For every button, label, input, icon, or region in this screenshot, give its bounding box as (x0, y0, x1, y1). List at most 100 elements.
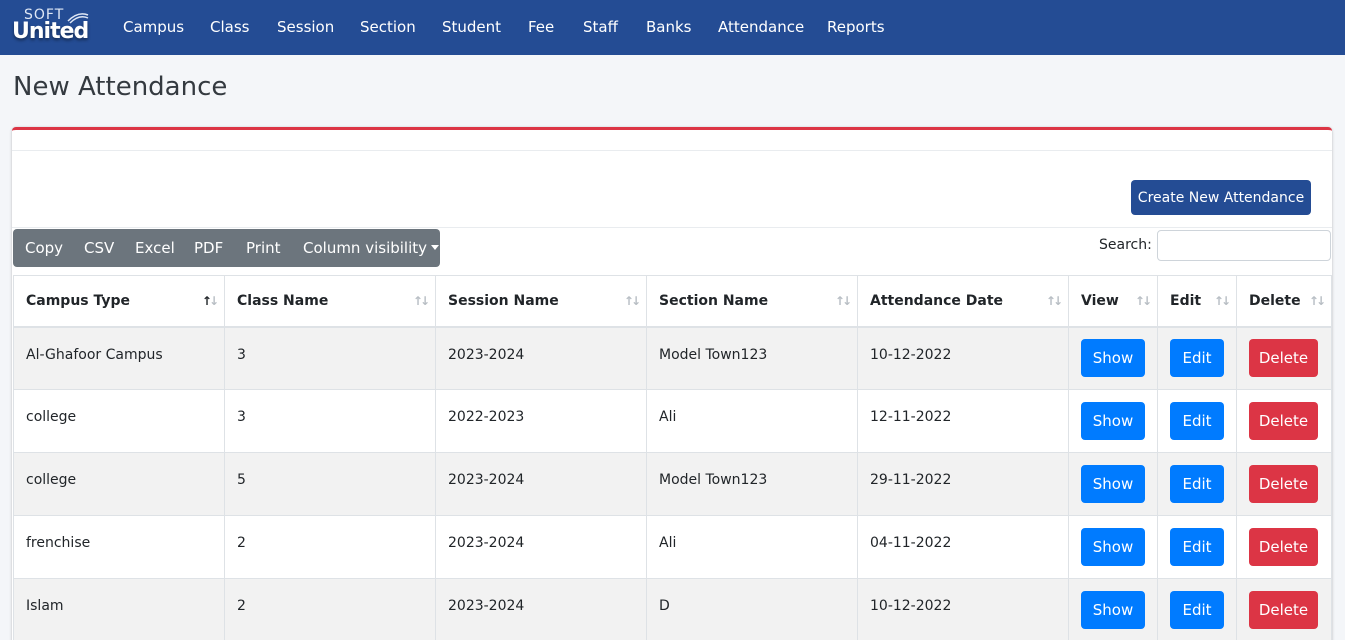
caret-down-icon (431, 244, 440, 250)
col-session-name[interactable]: Session Name ↑↓ (435, 275, 647, 328)
brand-united-text: United (12, 19, 89, 44)
table-row: frenchise 2 2023-2024 Ali 04-11-2022 Sho… (13, 515, 1332, 579)
cell-campus-type: Al-Ghafoor Campus (13, 326, 225, 390)
col-label: Section Name (659, 292, 769, 309)
attendance-card: Create New Attendance Copy CSV Excel PDF… (12, 127, 1332, 640)
cell-section-name: Ali (646, 515, 858, 579)
top-navbar: SOFT United Campus Class Session Section… (0, 0, 1345, 55)
cell-class-name: 2 (224, 515, 436, 579)
nav-campus[interactable]: Campus (123, 18, 184, 36)
delete-button[interactable]: Delete (1249, 402, 1318, 440)
cell-delete: Delete (1236, 515, 1332, 579)
nav-student[interactable]: Student (442, 18, 501, 36)
delete-button[interactable]: Delete (1249, 339, 1318, 378)
col-label: View (1081, 292, 1119, 309)
show-button[interactable]: Show (1081, 402, 1145, 440)
cell-session-name: 2023-2024 (435, 326, 647, 390)
cell-session-name: 2023-2024 (435, 578, 647, 640)
edit-button[interactable]: Edit (1170, 339, 1224, 378)
show-button[interactable]: Show (1081, 591, 1145, 629)
column-visibility-label: Column visibility (303, 239, 428, 257)
nav-banks[interactable]: Banks (646, 18, 692, 36)
col-view[interactable]: View ↑↓ (1068, 275, 1158, 328)
nav-section[interactable]: Section (360, 18, 416, 36)
sort-asc-icon: ↑↓ (201, 294, 219, 308)
cell-edit: Edit (1157, 515, 1237, 579)
cell-class-name: 3 (224, 389, 436, 453)
edit-button[interactable]: Edit (1170, 591, 1224, 629)
col-section-name[interactable]: Section Name ↑↓ (646, 275, 858, 328)
delete-button[interactable]: Delete (1249, 528, 1318, 566)
col-label: Attendance Date (870, 292, 1004, 309)
create-attendance-button[interactable]: Create New Attendance (1131, 180, 1311, 215)
cell-session-name: 2022-2023 (435, 389, 647, 453)
col-edit[interactable]: Edit ↑↓ (1157, 275, 1237, 328)
cell-attendance-date: 10-12-2022 (857, 578, 1069, 640)
table-row: college 5 2023-2024 Model Town123 29-11-… (13, 452, 1332, 516)
cell-campus-type: college (13, 389, 225, 453)
table-header-row: Campus Type ↑↓ Class Name ↑↓ Session Name ↑… (13, 275, 1332, 328)
cell-edit: Edit (1157, 452, 1237, 516)
cell-delete: Delete (1236, 578, 1332, 640)
table-row: Al-Ghafoor Campus 3 2023-2024 Model Town… (13, 326, 1332, 390)
nav-class[interactable]: Class (210, 18, 249, 36)
cell-campus-type: college (13, 452, 225, 516)
edit-button[interactable]: Edit (1170, 465, 1224, 503)
csv-button[interactable]: CSV (84, 239, 114, 257)
show-button[interactable]: Show (1081, 528, 1145, 566)
cell-campus-type: Islam (13, 578, 225, 640)
nav-reports[interactable]: Reports (827, 18, 885, 36)
edit-button[interactable]: Edit (1170, 402, 1224, 440)
col-delete[interactable]: Delete ↑↓ (1236, 275, 1332, 328)
show-button[interactable]: Show (1081, 339, 1145, 378)
cell-view: Show (1068, 326, 1158, 390)
cell-view: Show (1068, 452, 1158, 516)
cell-attendance-date: 04-11-2022 (857, 515, 1069, 579)
nav-staff[interactable]: Staff (583, 18, 618, 36)
pdf-button[interactable]: PDF (194, 239, 223, 257)
sort-icon: ↑↓ (834, 294, 852, 308)
delete-button[interactable]: Delete (1249, 465, 1318, 503)
cell-edit: Edit (1157, 389, 1237, 453)
nav-fee[interactable]: Fee (528, 18, 554, 36)
show-button[interactable]: Show (1081, 465, 1145, 503)
delete-button[interactable]: Delete (1249, 591, 1318, 629)
column-visibility-button[interactable]: Column visibility (303, 239, 440, 257)
cell-delete: Delete (1236, 452, 1332, 516)
col-attendance-date[interactable]: Attendance Date ↑↓ (857, 275, 1069, 328)
cell-section-name: Ali (646, 389, 858, 453)
export-button-group: Copy CSV Excel PDF Print Column visibili… (13, 229, 440, 267)
sort-icon: ↑↓ (1134, 294, 1152, 308)
cell-attendance-date: 29-11-2022 (857, 452, 1069, 516)
search-label: Search: (1099, 237, 1152, 253)
copy-button[interactable]: Copy (25, 239, 63, 257)
col-label: Session Name (448, 292, 559, 309)
nav-session[interactable]: Session (277, 18, 334, 36)
col-label: Delete (1249, 292, 1301, 309)
col-campus-type[interactable]: Campus Type ↑↓ (13, 275, 225, 328)
cell-attendance-date: 10-12-2022 (857, 326, 1069, 390)
cell-campus-type: frenchise (13, 515, 225, 579)
cell-view: Show (1068, 578, 1158, 640)
sort-icon: ↑↓ (412, 294, 430, 308)
col-label: Campus Type (26, 292, 131, 309)
excel-button[interactable]: Excel (135, 239, 175, 257)
sort-icon: ↑↓ (623, 294, 641, 308)
sort-icon: ↑↓ (1308, 294, 1326, 308)
col-label: Edit (1170, 292, 1202, 309)
cell-class-name: 2 (224, 578, 436, 640)
cell-delete: Delete (1236, 389, 1332, 453)
table-row: college 3 2022-2023 Ali 12-11-2022 Show … (13, 389, 1332, 453)
nav-attendance[interactable]: Attendance (718, 18, 804, 36)
brand-logo[interactable]: SOFT United (10, 6, 92, 46)
sort-icon: ↑↓ (1213, 294, 1231, 308)
attendance-table: Campus Type ↑↓ Class Name ↑↓ Session Name ↑… (13, 275, 1332, 640)
cell-class-name: 3 (224, 326, 436, 390)
print-button[interactable]: Print (246, 239, 281, 257)
search-input[interactable] (1157, 230, 1331, 261)
col-class-name[interactable]: Class Name ↑↓ (224, 275, 436, 328)
cell-edit: Edit (1157, 326, 1237, 390)
cell-section-name: Model Town123 (646, 452, 858, 516)
edit-button[interactable]: Edit (1170, 528, 1224, 566)
cell-session-name: 2023-2024 (435, 452, 647, 516)
